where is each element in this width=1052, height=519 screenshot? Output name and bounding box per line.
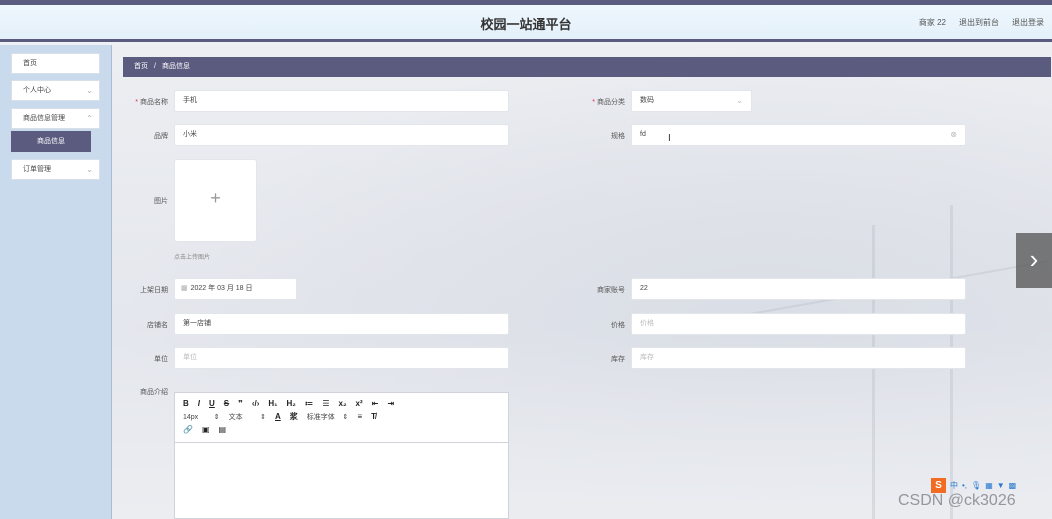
- font-color-icon[interactable]: A: [275, 412, 281, 421]
- breadcrumb-current: 商品信息: [161, 63, 190, 70]
- header-actions: 商家 22 退出到前台 退出登录: [919, 17, 1044, 28]
- superscript-button[interactable]: x²: [356, 399, 363, 408]
- underline-button[interactable]: U: [209, 399, 215, 408]
- spec-value: fd: [640, 131, 646, 138]
- bold-button[interactable]: B: [183, 399, 189, 408]
- shop-name-label: 店铺名: [147, 322, 168, 329]
- stock-input[interactable]: 库存: [631, 347, 966, 369]
- clear-format-icon[interactable]: T̸: [371, 412, 376, 421]
- font-size-select[interactable]: 14px ⇕: [183, 413, 220, 421]
- bullet-list-button[interactable]: ☰: [322, 399, 329, 408]
- app-title: 校园一站通平台: [480, 17, 572, 32]
- sidebar-item-label: 商品信息管理: [23, 115, 65, 122]
- clear-icon[interactable]: ⊗: [950, 125, 957, 145]
- link-icon[interactable]: 🔗: [183, 425, 193, 434]
- ordered-list-button[interactable]: ≔: [305, 399, 314, 408]
- back-to-frontend-link[interactable]: 退出到前台: [959, 17, 999, 28]
- product-intro-label: 商品介绍: [140, 389, 168, 396]
- merchant-account-label: 商家账号: [597, 287, 625, 294]
- listing-date-value: 2022 年 03 月 18 日: [190, 285, 253, 292]
- listing-date-picker[interactable]: ▦ 2022 年 03 月 18 日: [174, 278, 297, 300]
- category-selected-value: 数码: [640, 97, 654, 104]
- spec-label: 规格: [611, 133, 625, 140]
- shop-name-input[interactable]: 第一店铺: [174, 313, 509, 335]
- image-icon[interactable]: ▣: [202, 425, 210, 434]
- unit-input[interactable]: 单位: [174, 347, 509, 369]
- chevron-down-icon: ⌄: [86, 165, 93, 174]
- product-name-input[interactable]: 手机: [174, 90, 509, 112]
- ime-mode-label[interactable]: 中: [950, 480, 958, 491]
- product-category-select[interactable]: 数码 ⌄: [631, 90, 752, 112]
- upload-tip: 点击上传图片: [174, 255, 211, 261]
- plus-icon: +: [210, 188, 221, 208]
- sidebar-item-label: 首页: [23, 60, 37, 67]
- product-category-label: * 商品分类: [592, 99, 625, 106]
- editor-toolbar: B I U S ❞ ‹/› H₁ H₂ ≔ ☰ x₂ x² ⇤ ⇥ 14px ⇕…: [175, 393, 508, 443]
- next-arrow-button[interactable]: ›: [1016, 233, 1052, 288]
- background-color-icon[interactable]: 浆: [290, 411, 298, 422]
- sidebar-item-personal-center[interactable]: 个人中心 ⌄: [11, 80, 100, 101]
- skin-icon[interactable]: ▼: [997, 481, 1005, 490]
- chevron-down-icon: ⌄: [86, 86, 93, 95]
- font-family-select[interactable]: 标准字体 ⇕: [307, 412, 349, 422]
- keyboard-icon[interactable]: ▦: [985, 481, 993, 490]
- image-label: 图片: [154, 198, 168, 205]
- heading2-button[interactable]: H₂: [287, 399, 296, 408]
- top-header: 校园一站通平台 商家 22 退出到前台 退出登录: [0, 0, 1052, 42]
- code-block-button[interactable]: ‹/›: [252, 399, 260, 408]
- sidebar-item-product-management[interactable]: 商品信息管理 ⌃: [11, 108, 100, 129]
- watermark: CSDN @ck3026: [898, 492, 1016, 509]
- price-label: 价格: [611, 322, 625, 329]
- rich-text-editor[interactable]: B I U S ❞ ‹/› H₁ H₂ ≔ ☰ x₂ x² ⇤ ⇥ 14px ⇕…: [174, 392, 509, 519]
- indent-button[interactable]: ⇥: [387, 399, 394, 408]
- text-cursor-icon: I: [668, 133, 671, 144]
- product-name-label: * 商品名称: [135, 99, 168, 106]
- blockquote-button[interactable]: ❞: [238, 399, 243, 408]
- calendar-icon: ▦: [181, 285, 188, 292]
- video-icon[interactable]: ▤: [219, 425, 227, 434]
- price-input[interactable]: 价格: [631, 313, 966, 335]
- sogou-icon[interactable]: S: [931, 478, 946, 493]
- align-icon[interactable]: ≡: [357, 412, 362, 421]
- sidebar-item-label: 订单管理: [23, 166, 51, 173]
- sidebar-item-order-management[interactable]: 订单管理 ⌄: [11, 159, 100, 180]
- ime-toolbar: S 中 •, 🎙 ▦ ▼ ▩: [931, 478, 1016, 493]
- sidebar-item-home[interactable]: 首页: [11, 53, 100, 74]
- spec-input[interactable]: fd ⊗: [631, 124, 966, 146]
- chevron-down-icon: ⌄: [736, 96, 743, 105]
- stock-label: 库存: [611, 356, 625, 363]
- sidebar-subitem-product-info[interactable]: 商品信息: [11, 131, 91, 152]
- sidebar-item-label: 个人中心: [23, 87, 51, 94]
- paragraph-select[interactable]: 文本 ⇕: [229, 412, 266, 422]
- sidebar-item-label: 商品信息: [37, 138, 65, 145]
- brand-label: 品牌: [154, 133, 168, 140]
- merchant-account-input[interactable]: 22: [631, 278, 966, 300]
- current-user: 商家 22: [918, 18, 946, 27]
- background-pole: [872, 225, 875, 519]
- unit-label: 单位: [154, 356, 168, 363]
- editor-toolbar-row-font: 14px ⇕ 文本 ⇕ A 浆 标准字体 ⇕ ≡ T̸: [183, 410, 500, 423]
- editor-toolbar-row-insert: 🔗 ▣ ▤: [183, 423, 500, 436]
- brand-input[interactable]: 小米: [174, 124, 509, 146]
- listing-date-label: 上架日期: [140, 287, 168, 294]
- subscript-button[interactable]: x₂: [339, 399, 347, 408]
- strikethrough-button[interactable]: S: [224, 399, 229, 408]
- chevron-up-icon: ⌃: [86, 114, 93, 123]
- breadcrumb: 首页 / 商品信息: [123, 57, 1051, 77]
- punctuation-icon[interactable]: •,: [962, 481, 967, 490]
- heading1-button[interactable]: H₁: [268, 399, 277, 408]
- italic-button[interactable]: I: [198, 399, 200, 408]
- breadcrumb-separator: /: [154, 63, 156, 70]
- breadcrumb-home[interactable]: 首页: [134, 63, 148, 70]
- toolbox-icon[interactable]: ▩: [1009, 481, 1017, 490]
- microphone-icon[interactable]: 🎙: [971, 481, 981, 490]
- logout-link[interactable]: 退出登录: [1012, 17, 1044, 28]
- outdent-button[interactable]: ⇤: [372, 399, 379, 408]
- editor-toolbar-row-formatting: B I U S ❞ ‹/› H₁ H₂ ≔ ☰ x₂ x² ⇤ ⇥: [183, 397, 500, 410]
- image-upload-button[interactable]: +: [174, 159, 257, 242]
